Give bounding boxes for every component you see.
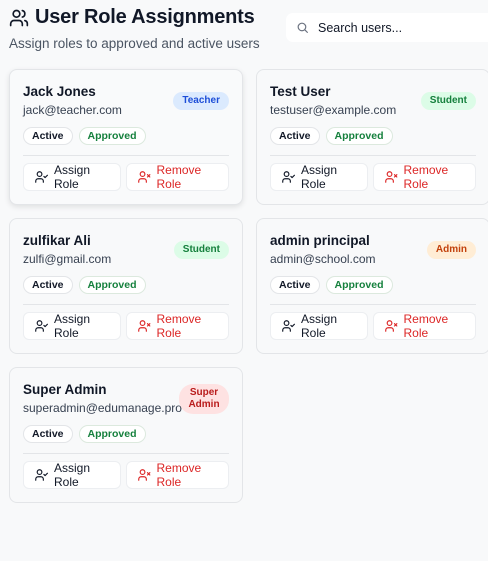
user-card: admin principal admin@school.com Admin A… xyxy=(256,218,488,354)
assign-role-button[interactable]: Assign Role xyxy=(270,163,368,191)
remove-role-label: Remove Role xyxy=(403,163,449,191)
search-box[interactable] xyxy=(286,13,488,42)
user-check-icon xyxy=(34,468,48,482)
divider xyxy=(270,304,476,305)
approved-status-badge: Approved xyxy=(78,127,146,145)
page-subtitle: Assign roles to approved and active user… xyxy=(9,36,260,51)
status-row: Active Approved xyxy=(270,276,476,294)
page-title: User Role Assignments xyxy=(35,6,255,28)
remove-role-label: Remove Role xyxy=(156,312,202,340)
card-actions: Assign Role Remove Role xyxy=(23,461,229,489)
divider xyxy=(23,304,229,305)
approved-status-badge: Approved xyxy=(78,425,146,443)
active-status-badge: Active xyxy=(270,127,320,145)
page-header: User Role Assignments Assign roles to ap… xyxy=(9,6,279,51)
approved-status-badge: Approved xyxy=(78,276,146,294)
assign-role-label: Assign Role xyxy=(54,461,91,489)
user-remove-icon xyxy=(137,319,151,333)
user-check-icon xyxy=(281,319,295,333)
user-card: Jack Jones jack@teacher.com Teacher Acti… xyxy=(9,69,243,205)
remove-role-label: Remove Role xyxy=(156,163,202,191)
role-badge: Super Admin xyxy=(179,384,229,414)
title-row: User Role Assignments xyxy=(9,6,279,29)
users-icon xyxy=(9,8,29,28)
user-check-icon xyxy=(34,170,48,184)
remove-role-button[interactable]: Remove Role xyxy=(125,461,229,489)
user-remove-icon xyxy=(384,319,398,333)
user-card: zulfikar Ali zulfi@gmail.com Student Act… xyxy=(9,218,243,354)
active-status-badge: Active xyxy=(23,127,73,145)
remove-role-label: Remove Role xyxy=(156,461,202,489)
user-check-icon xyxy=(281,170,295,184)
user-card: Super Admin superadmin@edumanage.pro Sup… xyxy=(9,367,243,503)
assign-role-button[interactable]: Assign Role xyxy=(23,312,121,340)
remove-role-button[interactable]: Remove Role xyxy=(125,163,229,191)
assign-role-button[interactable]: Assign Role xyxy=(270,312,368,340)
card-actions: Assign Role Remove Role xyxy=(23,312,229,340)
active-status-badge: Active xyxy=(23,276,73,294)
search-icon xyxy=(296,21,318,34)
card-actions: Assign Role Remove Role xyxy=(23,163,229,191)
assign-role-button[interactable]: Assign Role xyxy=(23,163,121,191)
assign-role-label: Assign Role xyxy=(301,312,338,340)
assign-role-label: Assign Role xyxy=(54,312,91,340)
role-badge: Admin xyxy=(426,241,476,259)
user-remove-icon xyxy=(137,170,151,184)
remove-role-button[interactable]: Remove Role xyxy=(125,312,229,340)
status-row: Active Approved xyxy=(270,127,476,145)
divider xyxy=(23,453,229,454)
role-badge: Student xyxy=(420,92,476,110)
divider xyxy=(23,155,229,156)
remove-role-button[interactable]: Remove Role xyxy=(372,163,476,191)
status-row: Active Approved xyxy=(23,276,229,294)
status-row: Active Approved xyxy=(23,127,229,145)
user-remove-icon xyxy=(384,170,398,184)
approved-status-badge: Approved xyxy=(325,127,393,145)
approved-status-badge: Approved xyxy=(325,276,393,294)
role-badge: Student xyxy=(173,241,229,259)
card-actions: Assign Role Remove Role xyxy=(270,312,476,340)
user-remove-icon xyxy=(137,468,151,482)
role-badge: Teacher xyxy=(173,92,229,110)
divider xyxy=(270,155,476,156)
assign-role-button[interactable]: Assign Role xyxy=(23,461,121,489)
user-check-icon xyxy=(34,319,48,333)
assign-role-label: Assign Role xyxy=(301,163,338,191)
remove-role-button[interactable]: Remove Role xyxy=(372,312,476,340)
active-status-badge: Active xyxy=(270,276,320,294)
assign-role-label: Assign Role xyxy=(54,163,91,191)
user-card: Test User testuser@example.com Student A… xyxy=(256,69,488,205)
status-row: Active Approved xyxy=(23,425,229,443)
remove-role-label: Remove Role xyxy=(403,312,449,340)
card-actions: Assign Role Remove Role xyxy=(270,163,476,191)
active-status-badge: Active xyxy=(23,425,73,443)
search-input[interactable] xyxy=(318,20,478,35)
